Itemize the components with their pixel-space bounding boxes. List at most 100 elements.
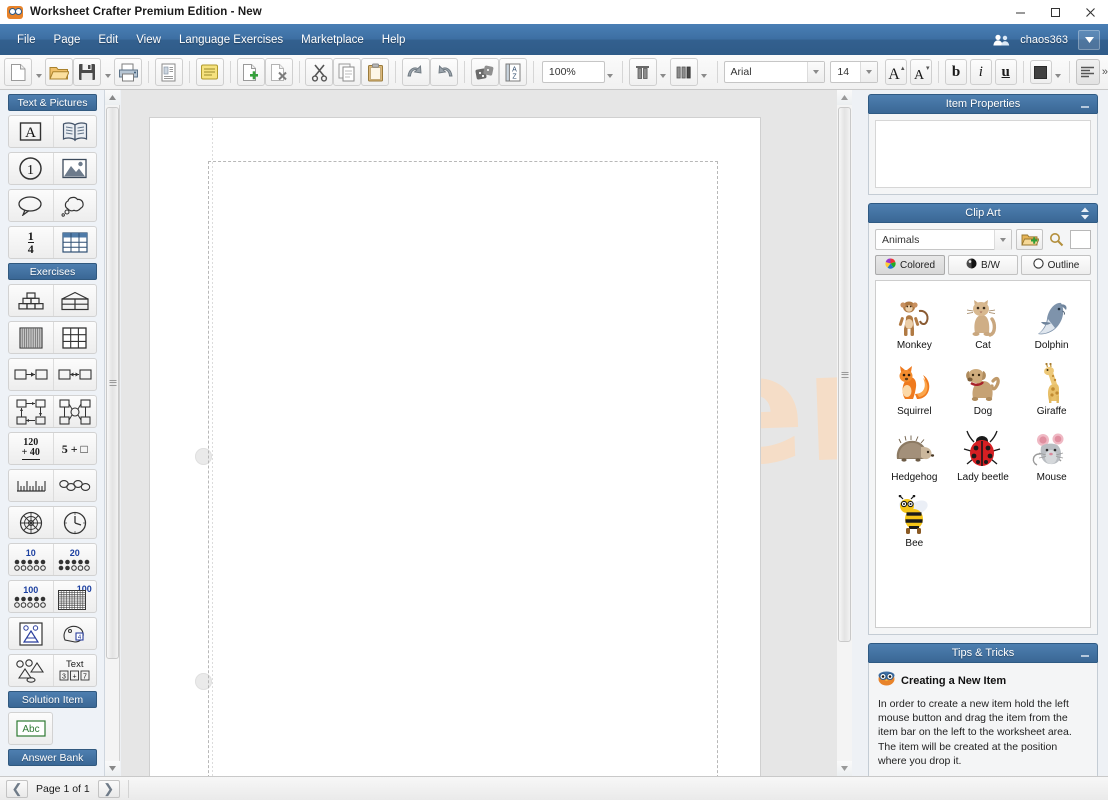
menu-help[interactable]: Help: [373, 30, 415, 50]
az-book-icon[interactable]: AZ: [499, 58, 528, 86]
page-setup-icon[interactable]: [154, 58, 183, 86]
dice-icon[interactable]: [471, 58, 500, 86]
clip-art-item[interactable]: Dog: [949, 353, 1018, 419]
account-name[interactable]: chaos363: [1016, 34, 1078, 46]
printer-icon[interactable]: [114, 58, 142, 86]
save-dropdown[interactable]: [101, 58, 114, 86]
compass-rose-item[interactable]: [9, 507, 53, 538]
equation-item[interactable]: 5 + □: [52, 433, 97, 464]
calculation-chain-item[interactable]: [9, 359, 53, 390]
solution-abc-item[interactable]: Abc: [8, 712, 53, 745]
clip-art-header[interactable]: Clip Art: [868, 203, 1098, 222]
clip-art-mode-outline[interactable]: Outline: [1021, 255, 1091, 275]
clip-art-category-combo[interactable]: Animals: [875, 229, 1012, 250]
font-size-combo[interactable]: 14: [830, 61, 879, 83]
minimize-icon[interactable]: [1080, 95, 1090, 114]
menu-page[interactable]: Page: [45, 30, 90, 50]
font-size-dropdown-arrow[interactable]: [860, 62, 878, 82]
text-color-dropdown[interactable]: [1052, 58, 1063, 86]
clip-art-item[interactable]: Dolphin: [1017, 287, 1086, 353]
hundreds-grid-item[interactable]: [9, 322, 53, 353]
thought-bubble-item[interactable]: [52, 190, 97, 221]
book-item[interactable]: [52, 116, 97, 147]
menu-edit[interactable]: Edit: [89, 30, 127, 50]
text-color-button[interactable]: [1029, 60, 1053, 84]
clip-art-mode-bw[interactable]: B/W: [948, 255, 1018, 275]
chevron-down-icon[interactable]: [1078, 29, 1100, 50]
align-vertical-dropdown[interactable]: [657, 58, 670, 86]
numbered-circle-item[interactable]: 1: [9, 153, 53, 184]
item-properties-empty-area[interactable]: [875, 120, 1091, 188]
bold-button[interactable]: b: [944, 59, 968, 85]
zoom-dropdown[interactable]: [605, 58, 616, 86]
menu-language-exercises[interactable]: Language Exercises: [170, 30, 292, 50]
paint-by-number-item[interactable]: [9, 618, 53, 649]
menu-marketplace[interactable]: Marketplace: [292, 30, 373, 50]
menu-file[interactable]: File: [8, 30, 45, 50]
item-bar-scroll-thumb[interactable]: [106, 107, 119, 659]
add-folder-icon[interactable]: [1016, 229, 1043, 250]
canvas-vertical-scrollbar[interactable]: [837, 90, 852, 776]
clip-art-item[interactable]: Hedgehog: [880, 419, 949, 485]
paragraph-align-icon[interactable]: [1075, 59, 1100, 85]
dot-field-hundred-item[interactable]: 100: [9, 581, 53, 612]
notes-icon[interactable]: [195, 58, 224, 86]
canvas-scroll-thumb[interactable]: [838, 107, 851, 642]
calculation-loop-item[interactable]: [9, 396, 53, 427]
clock-item[interactable]: [52, 507, 97, 538]
copy-icon[interactable]: [333, 58, 362, 86]
dot-field-ten-item[interactable]: 10: [9, 544, 53, 575]
clip-art-item[interactable]: Squirrel: [880, 353, 949, 419]
item-bar-scrollbar[interactable]: [105, 90, 120, 776]
number-snake-item[interactable]: [52, 470, 97, 501]
hundred-board-item[interactable]: 100: [52, 581, 97, 612]
page-content-frame[interactable]: [208, 161, 718, 776]
increase-font-icon[interactable]: A: [884, 59, 908, 85]
fraction-item[interactable]: 1 4: [9, 227, 53, 258]
toolbar-overflow-chevron[interactable]: »: [1102, 66, 1108, 78]
maximize-icon[interactable]: [1038, 0, 1073, 24]
account-area[interactable]: chaos363: [990, 29, 1100, 50]
save-floppy-icon[interactable]: [73, 58, 101, 86]
magnifier-icon[interactable]: [1047, 229, 1066, 250]
clipboard-icon[interactable]: [361, 58, 390, 86]
scroll-down-arrow[interactable]: [837, 761, 852, 776]
distribute-icon[interactable]: [669, 58, 698, 86]
font-name-dropdown-arrow[interactable]: [807, 62, 825, 82]
minimize-icon[interactable]: [1080, 644, 1090, 663]
scroll-up-arrow[interactable]: [105, 90, 120, 105]
clip-art-color-swatch[interactable]: [1070, 230, 1091, 249]
scissors-icon[interactable]: [305, 58, 334, 86]
zoom-combo[interactable]: 100%: [541, 61, 605, 83]
clip-art-item[interactable]: Giraffe: [1017, 353, 1086, 419]
clip-art-item[interactable]: Bee: [880, 485, 949, 551]
picture-puzzle-item[interactable]: 4: [52, 618, 97, 649]
clip-art-grid[interactable]: Monkey Cat Dolphin Squirrel Dog Giraffe …: [875, 280, 1091, 628]
number-line-item[interactable]: [9, 470, 53, 501]
clip-art-item[interactable]: Mouse: [1017, 419, 1086, 485]
clip-art-item[interactable]: Cat: [949, 287, 1018, 353]
worksheet-page[interactable]: [150, 118, 760, 776]
new-document-icon[interactable]: [4, 58, 32, 86]
table-item[interactable]: [52, 227, 97, 258]
calculation-chain-double-item[interactable]: [52, 359, 97, 390]
magic-square-item[interactable]: [52, 322, 97, 353]
number-house-item[interactable]: [52, 285, 97, 316]
geometry-shapes-item[interactable]: [9, 655, 53, 686]
menu-view[interactable]: View: [127, 30, 170, 50]
clip-art-category-dropdown-arrow[interactable]: [994, 229, 1011, 250]
text-calculation-item[interactable]: Text 3 + 7: [52, 655, 97, 686]
worksheet-canvas[interactable]: er: [121, 90, 837, 776]
number-pyramid-item[interactable]: [9, 285, 53, 316]
clip-art-item[interactable]: Lady beetle: [949, 419, 1018, 485]
item-properties-header[interactable]: Item Properties: [868, 94, 1098, 113]
undo-arrow-icon[interactable]: [402, 58, 431, 86]
align-vertical-icon[interactable]: [628, 58, 657, 86]
previous-page-button[interactable]: ❮: [6, 779, 28, 798]
delete-page-icon[interactable]: [264, 58, 293, 86]
text-field-item[interactable]: A: [9, 116, 53, 147]
new-document-dropdown[interactable]: [32, 58, 45, 86]
font-name-combo[interactable]: Arial: [723, 61, 826, 83]
clip-art-item[interactable]: Monkey: [880, 287, 949, 353]
italic-button[interactable]: i: [969, 59, 993, 85]
